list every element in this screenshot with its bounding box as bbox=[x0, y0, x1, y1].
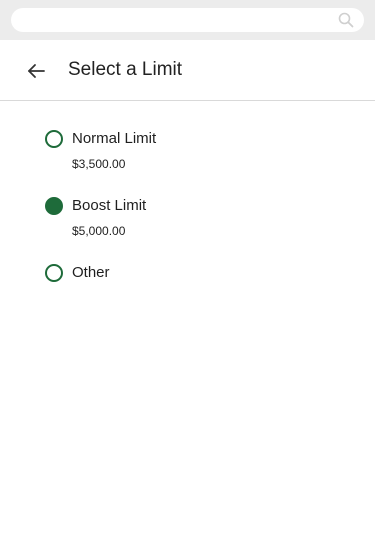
option-label: Normal Limit bbox=[72, 130, 157, 147]
radio-other[interactable] bbox=[45, 264, 63, 282]
browser-bar bbox=[0, 0, 375, 40]
option-amount: $3,500.00 bbox=[72, 157, 126, 171]
back-button[interactable] bbox=[24, 59, 48, 83]
arrow-left-icon bbox=[28, 64, 45, 78]
search-icon[interactable] bbox=[338, 12, 354, 28]
address-field[interactable] bbox=[11, 8, 364, 32]
radio-boost-limit[interactable] bbox=[45, 197, 63, 215]
header: Select a Limit bbox=[0, 40, 375, 101]
option-label: Other bbox=[72, 264, 110, 281]
page-title: Select a Limit bbox=[68, 59, 183, 80]
radio-normal-limit[interactable] bbox=[45, 130, 63, 148]
option-label: Boost Limit bbox=[72, 197, 147, 214]
option-amount: $5,000.00 bbox=[72, 224, 126, 238]
